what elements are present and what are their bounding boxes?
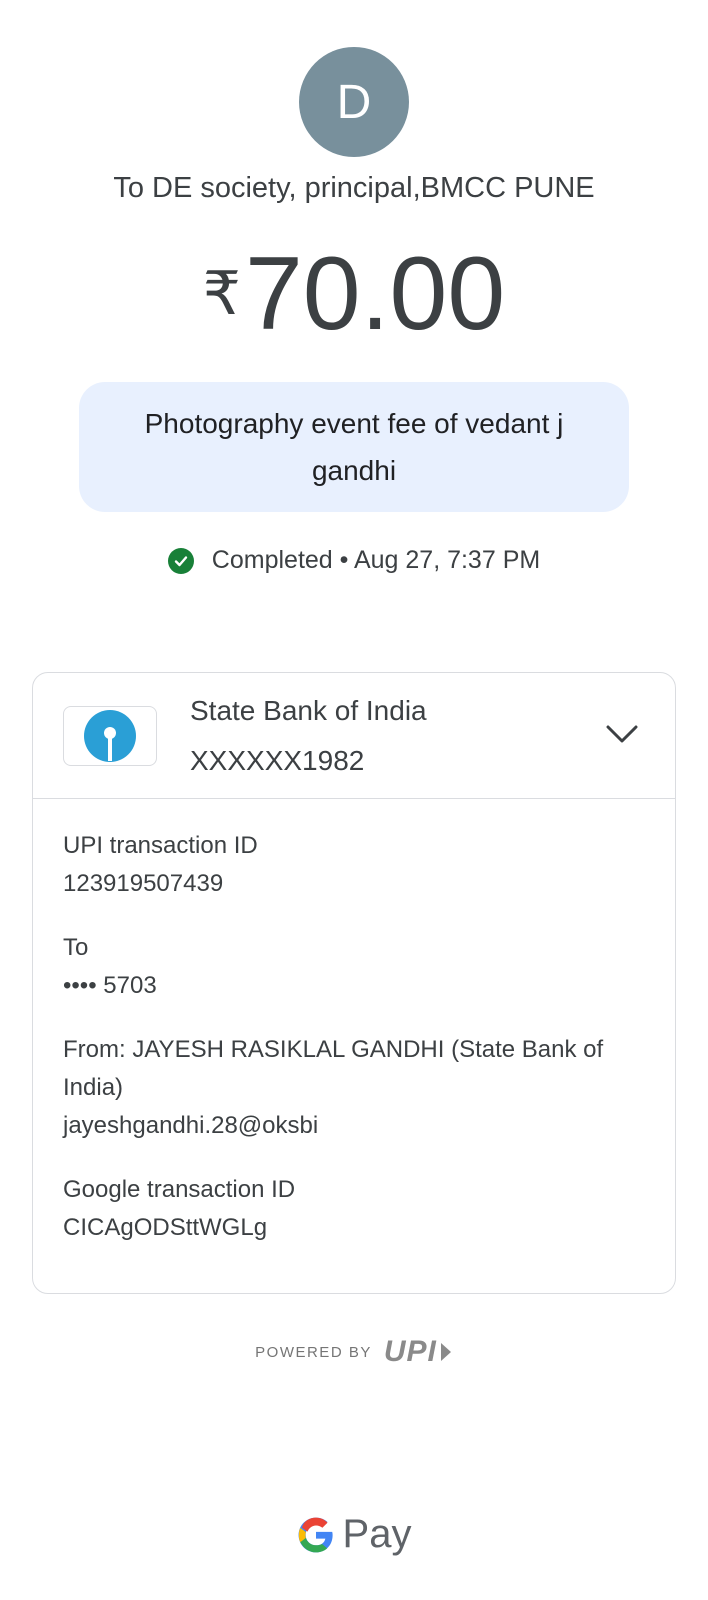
status-text: Completed • Aug 27, 7:37 PM [211,546,541,574]
powered-by-text: POWERED BY [255,1343,372,1361]
google-g-icon [298,1517,333,1552]
upi-transaction-value[interactable]: 123919507439 [63,865,645,903]
google-transaction-value[interactable]: CICAgODSttWGLg [63,1209,645,1247]
from-label: From: JAYESH RASIKLAL GANDHI (State Bank… [63,1036,604,1101]
payee-name: To DE society, principal,BMCC PUNE [113,172,595,204]
pay-text: Pay [342,1512,412,1556]
details-list: UPI transaction ID 123919507439 To •••• … [33,799,675,1247]
amount: ₹ 70.00 [0,242,708,346]
from-block: From: JAYESH RASIKLAL GANDHI (State Bank… [63,1031,645,1145]
upi-transaction-label: UPI transaction ID [63,832,258,859]
google-transaction-label: Google transaction ID [63,1176,296,1203]
payee-avatar: D [299,47,409,157]
avatar-initial: D [336,75,372,129]
bank-account-row[interactable]: State Bank of India XXXXXX1982 [33,673,675,799]
currency-symbol: ₹ [202,260,241,327]
to-value: •••• 5703 [63,972,157,999]
transaction-details-card: State Bank of India XXXXXX1982 UPI trans… [32,672,676,1294]
powered-by-upi: POWERED BY UPI [0,1335,708,1369]
bank-account-number: XXXXXX1982 [190,745,365,776]
upi-logo: UPI [384,1335,453,1369]
to-block: To •••• 5703 [63,929,645,1005]
to-label: To [63,934,89,961]
google-pay-logo: Pay [0,1512,708,1557]
sbi-logo-icon [63,706,157,766]
check-circle-icon [167,547,194,574]
google-transaction-block: Google transaction ID CICAgODSttWGLg [63,1171,645,1247]
from-value: jayeshgandhi.28@oksbi [63,1112,319,1139]
transaction-status: Completed • Aug 27, 7:37 PM [0,546,708,575]
payment-note: Photography event fee of vedant j gandhi [79,382,629,512]
upi-logo-text: UPI [383,1335,437,1368]
bank-name: State Bank of India [190,695,427,726]
amount-value: 70.00 [244,236,506,352]
chevron-down-icon[interactable] [605,723,639,750]
payment-note-text: Photography event fee of vedant j gandhi [144,408,564,486]
upi-transaction-block: UPI transaction ID 123919507439 [63,827,645,903]
